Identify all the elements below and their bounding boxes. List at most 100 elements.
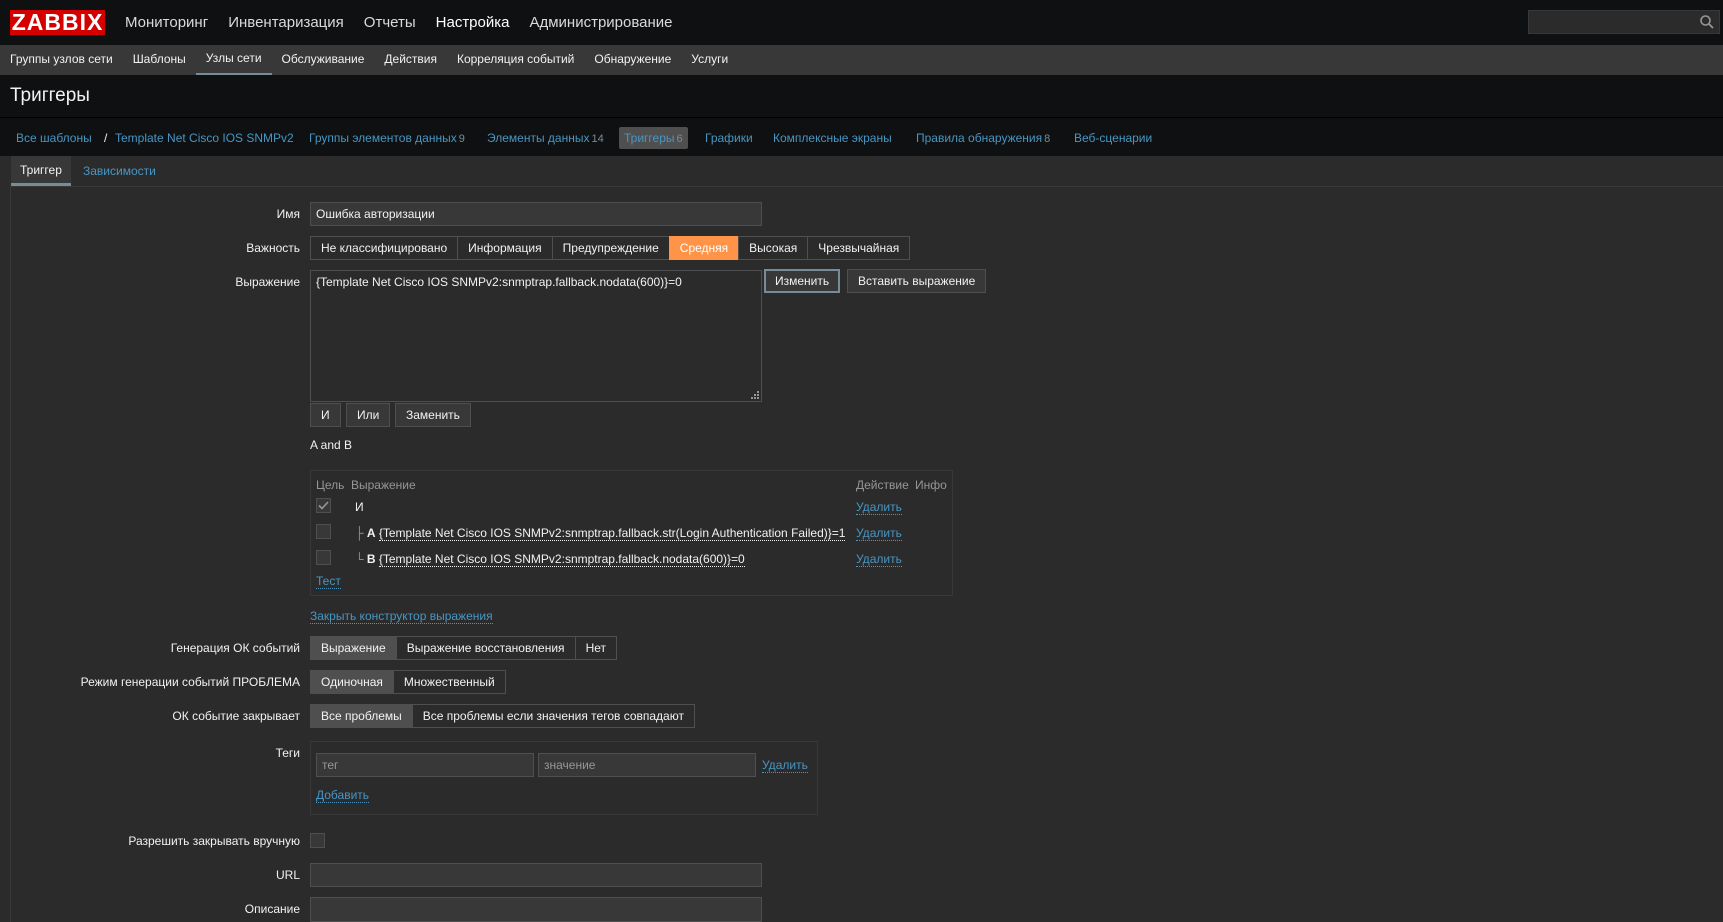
- problem-mode-selector: Одиночная Множественный: [310, 670, 506, 694]
- nav-item-triggers[interactable]: Триггеры 6: [619, 127, 688, 149]
- menu-monitoring[interactable]: Мониторинг: [115, 0, 218, 45]
- menu-inventory[interactable]: Инвентаризация: [218, 0, 354, 45]
- name-label: Имя: [276, 207, 300, 221]
- breadcrumb-separator: /: [104, 131, 108, 145]
- severity-label: Важность: [246, 241, 300, 255]
- form-border: [10, 186, 11, 922]
- menu-reports[interactable]: Отчеты: [354, 0, 426, 45]
- constructor-row-and-expression: И: [355, 500, 364, 514]
- severity-information[interactable]: Информация: [457, 236, 553, 260]
- resize-grip-icon[interactable]: [751, 391, 759, 399]
- severity-high[interactable]: Высокая: [738, 236, 809, 260]
- tags-label: Теги: [275, 746, 300, 760]
- severity-disaster[interactable]: Чрезвычайная: [807, 236, 911, 260]
- url-input[interactable]: [310, 863, 762, 887]
- tab-dependencies[interactable]: Зависимости: [74, 156, 165, 186]
- header-info: Инфо: [915, 478, 947, 492]
- nav-item-groups[interactable]: Группы элементов данных 9: [309, 127, 465, 149]
- breadcrumb-all-templates[interactable]: Все шаблоны: [16, 127, 92, 149]
- page-title: Триггеры: [10, 85, 90, 106]
- manual-close-label: Разрешить закрывать вручную: [128, 834, 300, 848]
- url-label: URL: [275, 868, 300, 882]
- ok-generation-label: Генерация ОК событий: [170, 641, 300, 655]
- nav-item-web-scenarios[interactable]: Веб-сценарии: [1074, 127, 1152, 149]
- remove-row-b-link[interactable]: Удалить: [856, 552, 902, 567]
- search-icon[interactable]: [1699, 14, 1715, 30]
- nav-item-items-label[interactable]: Элементы данных: [487, 131, 589, 145]
- expression-textarea[interactable]: {Template Net Cisco IOS SNMPv2:snmptrap.…: [310, 270, 762, 402]
- nav-item-triggers-label[interactable]: Триггеры: [624, 131, 675, 145]
- remove-row-and-link[interactable]: Удалить: [856, 500, 902, 515]
- or-button[interactable]: Или: [346, 403, 391, 427]
- ok-close-all-problems[interactable]: Все проблемы: [310, 704, 413, 728]
- submenu-hosts[interactable]: Узлы сети: [195, 45, 272, 75]
- ok-gen-none[interactable]: Нет: [574, 636, 617, 660]
- nav-item-screens[interactable]: Комплексные экраны: [773, 127, 892, 149]
- row-a-expression-link[interactable]: {Template Net Cisco IOS SNMPv2:snmptrap.…: [378, 526, 846, 541]
- nav-item-discovery-rules[interactable]: Правила обнаружения 8: [916, 127, 1050, 149]
- submenu-maintenance[interactable]: Обслуживание: [272, 45, 375, 75]
- remove-row-a-link[interactable]: Удалить: [856, 526, 902, 541]
- submenu-host-groups[interactable]: Группы узлов сети: [0, 45, 123, 75]
- nav-item-discovery-rules-label[interactable]: Правила обнаружения: [916, 131, 1042, 145]
- target-checkbox-b[interactable]: [316, 550, 331, 565]
- search-input[interactable]: [1528, 10, 1720, 34]
- description-textarea[interactable]: [310, 897, 762, 922]
- problem-mode-label: Режим генерации событий ПРОБЛЕМА: [80, 675, 300, 689]
- name-input[interactable]: Ошибка авторизации: [310, 202, 762, 226]
- sub-menu: Группы узлов сети Шаблоны Узлы сети Обсл…: [0, 45, 1723, 75]
- submenu-actions[interactable]: Действия: [374, 45, 447, 75]
- add-tag-link[interactable]: Добавить: [316, 788, 370, 803]
- nav-item-groups-label[interactable]: Группы элементов данных: [309, 131, 457, 145]
- row-letter-a: A: [366, 526, 376, 540]
- tag-value-input[interactable]: значение: [538, 753, 756, 777]
- test-expression-link[interactable]: Тест: [316, 574, 341, 589]
- severity-warning[interactable]: Предупреждение: [551, 236, 670, 260]
- manual-close-checkbox[interactable]: [310, 833, 325, 848]
- nav-item-items-count: 14: [591, 133, 604, 145]
- problem-mode-multiple[interactable]: Множественный: [392, 670, 506, 694]
- menu-administration[interactable]: Администрирование: [519, 0, 682, 45]
- tree-branch-icon: ├: [355, 526, 364, 540]
- zabbix-logo[interactable]: ZABBIX: [10, 10, 105, 35]
- ok-gen-expression[interactable]: Выражение: [310, 636, 397, 660]
- tab-trigger[interactable]: Триггер: [11, 156, 71, 186]
- replace-button[interactable]: Заменить: [395, 403, 471, 427]
- tag-name-input[interactable]: тег: [316, 753, 534, 777]
- severity-average[interactable]: Средняя: [668, 236, 740, 260]
- submenu-discovery[interactable]: Обнаружение: [584, 45, 681, 75]
- nav-item-graphs[interactable]: Графики: [705, 127, 753, 149]
- ok-close-tag-match[interactable]: Все проблемы если значения тегов совпада…: [411, 704, 695, 728]
- ok-close-selector: Все проблемы Все проблемы если значения …: [310, 704, 695, 728]
- form-tabs: Триггер Зависимости: [11, 156, 1723, 187]
- constructor-row-a: ├ A {Template Net Cisco IOS SNMPv2:snmpt…: [355, 526, 846, 541]
- submenu-templates[interactable]: Шаблоны: [123, 45, 196, 75]
- nav-item-items[interactable]: Элементы данных 14: [487, 127, 604, 149]
- expression-constructor-table: Цель Выражение Действие Инфо И Удалить ├…: [310, 470, 953, 596]
- row-b-expression-link[interactable]: {Template Net Cisco IOS SNMPv2:snmptrap.…: [378, 552, 745, 567]
- target-checkbox-a[interactable]: [316, 524, 331, 539]
- header-target: Цель: [316, 478, 345, 492]
- page-header: Триггеры: [0, 75, 1723, 117]
- top-navigation-bar: ZABBIX Мониторинг Инвентаризация Отчеты …: [0, 0, 1723, 45]
- target-checkbox-and[interactable]: [316, 498, 331, 513]
- edit-expression-button[interactable]: Изменить: [764, 269, 841, 293]
- nav-item-discovery-rules-count: 8: [1044, 133, 1051, 145]
- menu-configuration[interactable]: Настройка: [426, 0, 520, 45]
- insert-expression-button[interactable]: Вставить выражение: [847, 269, 987, 293]
- checkmark-icon: [318, 501, 329, 510]
- and-button[interactable]: И: [310, 403, 341, 427]
- expression-text: {Template Net Cisco IOS SNMPv2:snmptrap.…: [316, 275, 682, 289]
- problem-mode-single[interactable]: Одиночная: [310, 670, 394, 694]
- header-action: Действие: [856, 478, 909, 492]
- expression-label: Выражение: [235, 275, 300, 289]
- ok-gen-recovery-expression[interactable]: Выражение восстановления: [395, 636, 576, 660]
- remove-tag-link[interactable]: Удалить: [762, 758, 808, 773]
- submenu-event-correlation[interactable]: Корреляция событий: [447, 45, 584, 75]
- expression-formula: A and B: [310, 438, 353, 452]
- severity-selector: Не классифицировано Информация Предупреж…: [310, 236, 911, 260]
- submenu-services[interactable]: Услуги: [681, 45, 738, 75]
- severity-not-classified[interactable]: Не классифицировано: [310, 236, 459, 260]
- close-expression-constructor-link[interactable]: Закрыть конструктор выражения: [310, 609, 493, 624]
- breadcrumb-template[interactable]: Template Net Cisco IOS SNMPv2: [115, 127, 294, 149]
